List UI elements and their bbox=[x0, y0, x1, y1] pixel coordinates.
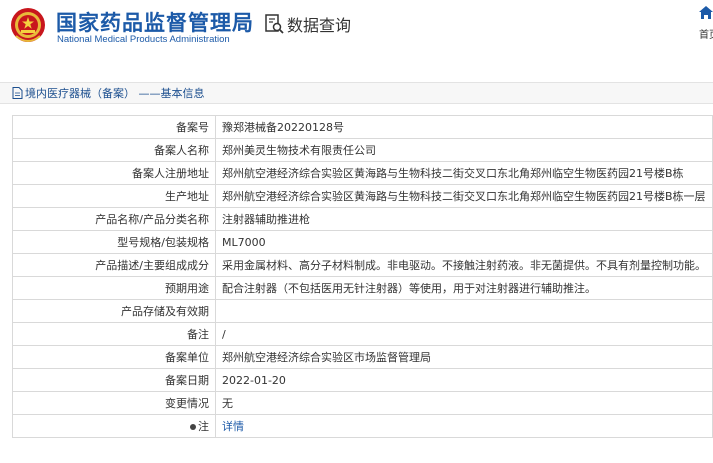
field-value: ML7000 bbox=[215, 230, 713, 254]
note-label: 注 bbox=[198, 420, 209, 433]
home-link[interactable]: 首页 bbox=[699, 6, 713, 46]
field-value: 无 bbox=[215, 391, 713, 415]
table-row: 备注 / bbox=[12, 322, 713, 346]
note-value-cell: 详情 bbox=[215, 414, 713, 438]
site-subtitle: National Medical Products Administration bbox=[57, 34, 230, 45]
document-search-icon bbox=[265, 14, 284, 34]
field-value: 采用金属材料、高分子材料制成。非电驱动。不接触注射药液。非无菌提供。不具有剂量控… bbox=[215, 253, 713, 277]
field-label: 生产地址 bbox=[12, 184, 216, 208]
table-row: 产品名称/产品分类名称 注射器辅助推进枪 bbox=[12, 207, 713, 231]
table-row: 产品描述/主要组成成分 采用金属材料、高分子材料制成。非电驱动。不接触注射药液。非… bbox=[12, 253, 713, 277]
details-link[interactable]: 详情 bbox=[222, 420, 244, 433]
table-row: 变更情况无 bbox=[12, 391, 713, 415]
record-details-table: 备案号 豫郑港械备20220128号 备案人名称 郑州美灵生物技术有限责任公司 备案人注… bbox=[12, 115, 713, 438]
bullet-icon bbox=[190, 424, 196, 430]
note-label-cell: 注 bbox=[12, 414, 216, 438]
table-row: 生产地址 郑州航空港经济综合实验区黄海路与生物科技二街交叉口东北角郑州临空生物医药… bbox=[12, 184, 713, 208]
field-value: 配合注射器（不包括医用无针注射器）等使用，用于对注射器进行辅助推注。 bbox=[215, 276, 713, 300]
field-value: 注射器辅助推进枪 bbox=[215, 207, 713, 231]
field-value: 郑州航空港经济综合实验区市场监督管理局 bbox=[215, 345, 713, 369]
table-row: 备案号 豫郑港械备20220128号 bbox=[12, 115, 713, 139]
field-label: 备注 bbox=[12, 322, 216, 346]
site-header: 国家药品监督管理局 National Medical Products Admi… bbox=[0, 0, 713, 66]
data-query-link[interactable]: 数据查询 bbox=[264, 13, 351, 35]
field-label: 备案人名称 bbox=[12, 138, 216, 162]
field-label: 备案日期 bbox=[12, 368, 216, 392]
field-label: 产品存储及有效期 bbox=[12, 299, 216, 323]
table-row: 型号规格/包装规格 ML7000 bbox=[12, 230, 713, 254]
field-label: 备案人注册地址 bbox=[12, 161, 216, 185]
field-label: 预期用途 bbox=[12, 276, 216, 300]
field-value: 郑州航空港经济综合实验区黄海路与生物科技二街交叉口东北角郑州临空生物医药园21号… bbox=[215, 184, 713, 208]
field-value bbox=[215, 299, 713, 323]
table-row: 产品存储及有效期 bbox=[12, 299, 713, 323]
note-row: 注详情 bbox=[12, 414, 713, 438]
document-icon bbox=[12, 87, 23, 99]
table-row: 备案人注册地址 郑州航空港经济综合实验区黄海路与生物科技二街交叉口东北角郑州临空生… bbox=[12, 161, 713, 185]
table-row: 备案人名称 郑州美灵生物技术有限责任公司 bbox=[12, 138, 713, 162]
field-label: 备案单位 bbox=[12, 345, 216, 369]
home-label: 首页 bbox=[699, 30, 713, 41]
field-value: 郑州航空港经济综合实验区黄海路与生物科技二街交叉口东北角郑州临空生物医药园21号… bbox=[215, 161, 713, 185]
field-value: 豫郑港械备20220128号 bbox=[215, 115, 713, 139]
field-label: 型号规格/包装规格 bbox=[12, 230, 216, 254]
breadcrumb-text: 境内医疗器械（备案） ——基本信息 bbox=[25, 87, 205, 100]
field-value: / bbox=[215, 322, 713, 346]
breadcrumb: 境内医疗器械（备案） ——基本信息 bbox=[0, 82, 713, 104]
field-label: 产品名称/产品分类名称 bbox=[12, 207, 216, 231]
table-row: 备案日期 2022-01-20 bbox=[12, 368, 713, 392]
site-title[interactable]: 国家药品监督管理局 bbox=[56, 7, 254, 37]
data-query-label: 数据查询 bbox=[287, 16, 352, 35]
field-label: 产品描述/主要组成成分 bbox=[12, 253, 216, 277]
field-label: 备案号 bbox=[12, 115, 216, 139]
table-row: 备案单位 郑州航空港经济综合实验区市场监督管理局 bbox=[12, 345, 713, 369]
field-value: 2022-01-20 bbox=[215, 368, 713, 392]
table-row: 预期用途 配合注射器（不包括医用无针注射器）等使用，用于对注射器进行辅助推注。 bbox=[12, 276, 713, 300]
field-value: 郑州美灵生物技术有限责任公司 bbox=[215, 138, 713, 162]
national-emblem-icon bbox=[11, 8, 45, 42]
field-label: 变更情况 bbox=[12, 391, 216, 415]
home-icon bbox=[699, 6, 713, 19]
